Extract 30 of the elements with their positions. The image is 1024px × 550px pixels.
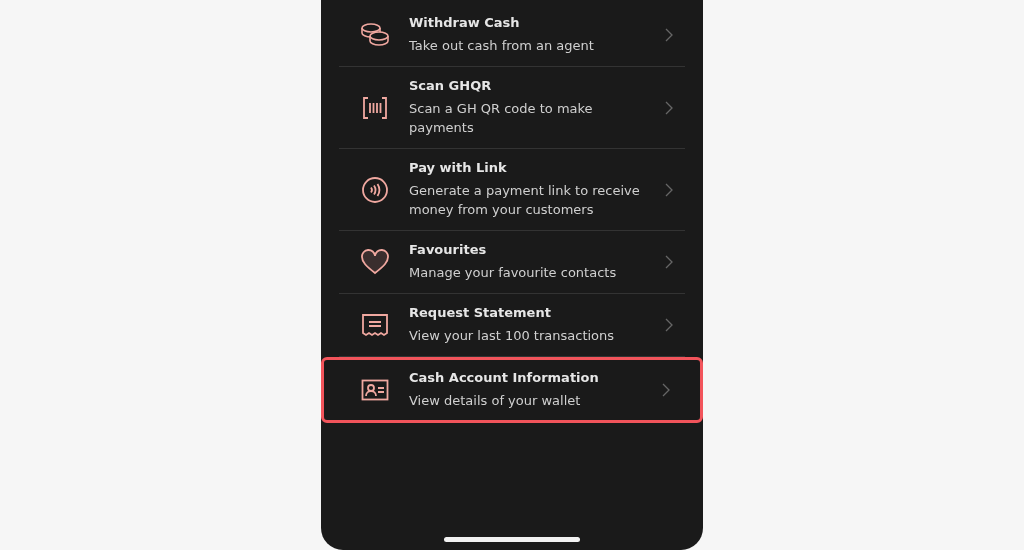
item-description: View your last 100 transactions: [409, 327, 616, 345]
contactless-icon: [361, 175, 389, 204]
chevron-icon: [665, 318, 673, 332]
scan-icon: [362, 95, 388, 120]
menu-item[interactable]: Withdraw Cash Take out cash from an agent: [339, 4, 685, 67]
chevron-icon: [665, 255, 673, 269]
coins-icon: [360, 23, 390, 47]
heart-icon: [360, 249, 390, 275]
item-title: Cash Account Information: [409, 370, 600, 385]
menu-item[interactable]: Request Statement View your last 100 transactions: [339, 294, 685, 357]
item-title: Scan GHQR: [409, 78, 493, 93]
item-description: Manage your favourite contacts: [409, 264, 618, 282]
id-card-icon: [361, 379, 389, 401]
menu-item[interactable]: Pay with Link Generate a payment link to receive money from your customers: [339, 149, 685, 231]
item-title: Request Statement: [409, 305, 552, 320]
chevron-icon: [665, 182, 673, 197]
item-description: Take out cash from an agent: [409, 37, 595, 55]
menu-item[interactable]: Cash Account Information View details of your wallet: [321, 357, 703, 423]
item-description: View details of your wallet: [409, 392, 582, 410]
receipt-icon: [361, 313, 389, 337]
menu-item[interactable]: Favourites Manage your favourite contacts: [339, 231, 685, 294]
item-title: Favourites: [409, 242, 488, 257]
item-description: Scan a GH QR code to make payments: [409, 100, 594, 137]
chevron-icon: [665, 28, 673, 42]
item-title: Withdraw Cash: [409, 15, 521, 30]
chevron-icon: [662, 383, 670, 397]
chevron-icon: [665, 100, 673, 115]
item-description: Generate a payment link to receive money from your customers: [409, 182, 641, 219]
menu-item[interactable]: Scan GHQR Scan a GH QR code to make payments: [339, 67, 685, 149]
item-title: Pay with Link: [409, 160, 508, 175]
